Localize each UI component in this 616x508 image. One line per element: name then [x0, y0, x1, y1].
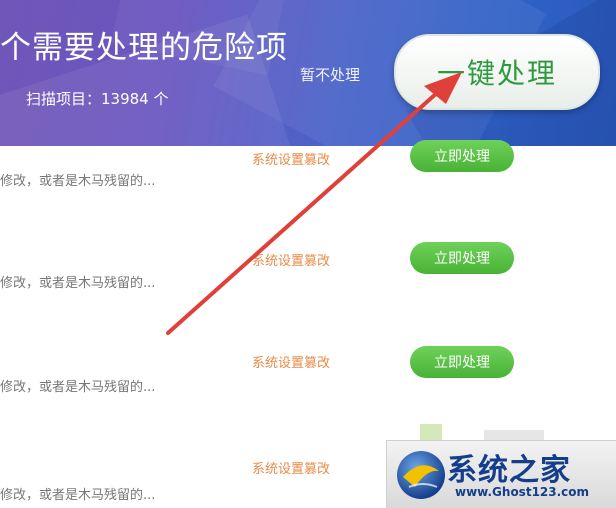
- scan-result-header: 个需要处理的危险项 扫描项目：13984 个 暂不处理 一键处理: [0, 0, 616, 146]
- row-description: 修改，或者是木马残留的...: [0, 276, 156, 291]
- fix-now-button[interactable]: 立即处理: [410, 140, 514, 172]
- watermark-name: 系统之家: [447, 453, 571, 488]
- globe-logo-icon: [397, 451, 445, 499]
- row-description: 修改，或者是木马残留的...: [0, 380, 156, 395]
- scan-count-text: 扫描项目：13984 个: [26, 90, 169, 108]
- row-category: 系统设置篡改: [252, 254, 331, 269]
- page-title: 个需要处理的危险项: [0, 30, 288, 66]
- fix-now-button[interactable]: 立即处理: [410, 242, 514, 274]
- watermark: 系统之家 www.Ghost123.com: [386, 440, 616, 508]
- watermark-url: www.Ghost123.com: [455, 485, 590, 499]
- row-category: 系统设置篡改: [252, 153, 331, 168]
- row-description: 修改，或者是木马残留的...: [0, 488, 156, 503]
- fix-now-button[interactable]: 立即处理: [410, 346, 514, 378]
- skip-button[interactable]: 暂不处理: [300, 64, 360, 85]
- row-category: 系统设置篡改: [252, 462, 331, 477]
- row-category: 系统设置篡改: [252, 356, 331, 371]
- row-description: 修改，或者是木马残留的...: [0, 174, 156, 189]
- fix-all-button[interactable]: 一键处理: [394, 34, 600, 110]
